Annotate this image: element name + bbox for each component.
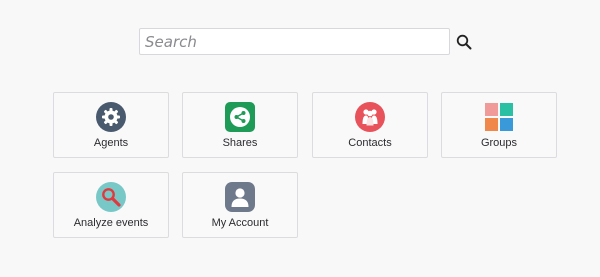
tile-contacts[interactable]: Contacts xyxy=(312,92,428,158)
tile-my-account[interactable]: My Account xyxy=(182,172,298,238)
groups-icon xyxy=(485,103,513,131)
contacts-icon xyxy=(355,102,385,132)
search-icon xyxy=(456,34,472,50)
search-bar xyxy=(139,28,450,55)
tile-label: Analyze events xyxy=(73,217,149,229)
user-icon xyxy=(225,182,255,212)
search-button[interactable] xyxy=(453,31,475,53)
share-icon xyxy=(225,102,255,132)
tile-agents[interactable]: Agents xyxy=(53,92,169,158)
tile-label: Shares xyxy=(222,137,258,149)
tile-label: My Account xyxy=(211,217,269,229)
magnifier-icon xyxy=(96,182,126,212)
tile-label: Groups xyxy=(480,137,518,149)
search-input[interactable] xyxy=(140,29,449,54)
tile-analyze-events[interactable]: Analyze events xyxy=(53,172,169,238)
gear-icon xyxy=(96,102,126,132)
tile-groups[interactable]: Groups xyxy=(441,92,557,158)
tile-label: Agents xyxy=(93,137,129,149)
tile-shares[interactable]: Shares xyxy=(182,92,298,158)
tile-label: Contacts xyxy=(348,137,392,149)
